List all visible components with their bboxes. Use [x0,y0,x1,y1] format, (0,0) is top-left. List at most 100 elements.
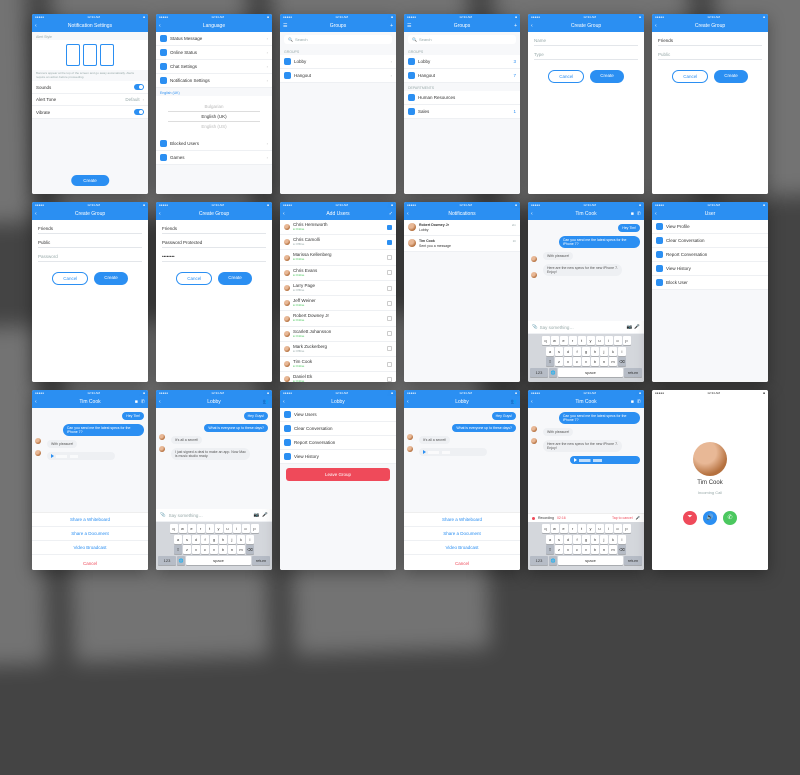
menu-icon[interactable]: ☰ [283,23,287,29]
back-icon[interactable]: ‹ [407,211,409,217]
leave-group-button[interactable]: Leave Group [286,468,390,481]
key[interactable]: x [564,545,572,554]
group-lobby[interactable]: Lobby3 [404,55,520,69]
globe-key[interactable]: 🌐 [177,556,185,565]
key[interactable]: b [591,545,599,554]
key[interactable]: g [582,347,590,356]
back-icon[interactable]: ‹ [35,399,37,405]
sheet-document[interactable]: Share a Document [32,527,148,541]
group-hr[interactable]: Human Resources [404,91,520,105]
key[interactable]: y [215,524,223,533]
key[interactable]: s [183,535,191,544]
message-input[interactable]: 📎Say something…📷🎤 [156,509,272,522]
type-field[interactable]: Password Protected [162,238,266,248]
key[interactable]: k [609,535,617,544]
key[interactable]: g [582,535,590,544]
call-icon[interactable]: ✆ [637,399,641,405]
create-button[interactable]: Create [218,272,252,285]
create-button[interactable]: Create [590,70,624,83]
key[interactable]: h [591,347,599,356]
name-field[interactable]: Friends [38,224,142,234]
sheet-document[interactable]: Share a Document [404,527,520,541]
key[interactable]: q [170,524,178,533]
sheet-broadcast[interactable]: Video Broadcast [32,541,148,555]
key[interactable]: p [623,524,631,533]
key[interactable]: d [564,535,572,544]
keyboard[interactable]: qwertyuiopasdfghjkl⇧zxcvbnm⌫123🌐spaceret… [528,334,644,382]
key[interactable]: m [609,357,617,366]
key[interactable]: z [183,545,191,554]
space-key[interactable]: space [186,556,251,565]
key[interactable]: u [596,336,604,345]
checkbox[interactable] [387,362,392,367]
key[interactable]: v [582,545,590,554]
row-blocked-users[interactable]: Blocked Users› [156,137,272,151]
alert-style-none[interactable] [66,44,80,66]
key[interactable]: y [587,524,595,533]
type-field[interactable]: Public [658,50,762,60]
menu-view-profile[interactable]: View Profile [652,220,768,234]
key[interactable]: z [555,545,563,554]
key[interactable]: e [560,336,568,345]
key[interactable]: r [197,524,205,533]
key[interactable]: c [573,545,581,554]
key[interactable]: t [206,524,214,533]
keyboard[interactable]: qwertyuiopasdfghjkl⇧zxcvbnm⌫123🌐spaceret… [528,522,644,570]
key[interactable]: a [174,535,182,544]
group-hangout[interactable]: Hangout› [280,69,396,83]
key[interactable]: i [605,524,613,533]
checkbox[interactable] [387,286,392,291]
row-online-status[interactable]: Online Status› [156,46,272,60]
row-chat-settings[interactable]: Chat Settings› [156,60,272,74]
key[interactable]: o [242,524,250,533]
key[interactable]: t [578,524,586,533]
sheet-whiteboard[interactable]: Share a Whiteboard [32,513,148,527]
checkbox[interactable] [387,270,392,275]
key[interactable]: a [546,347,554,356]
checkbox[interactable] [387,301,392,306]
notification-item[interactable]: Tim CookSent you a message 1h [404,236,520,252]
key[interactable]: h [219,535,227,544]
cancel-button[interactable]: Cancel [672,70,708,83]
key[interactable]: r [569,524,577,533]
key[interactable]: a [546,535,554,544]
toggle[interactable] [134,84,144,90]
row-vibrate[interactable]: Vibrate [32,106,148,119]
video-icon[interactable]: ■ [631,399,634,405]
sheet-cancel[interactable]: Cancel [404,557,520,570]
search-input[interactable]: 🔍Search [284,35,392,44]
key[interactable]: i [605,336,613,345]
key[interactable]: v [210,545,218,554]
name-field[interactable]: Friends [658,36,762,46]
key[interactable]: l [618,535,626,544]
key[interactable]: p [623,336,631,345]
row-sounds[interactable]: Sounds [32,81,148,94]
back-icon[interactable]: ‹ [35,211,37,217]
voice-message[interactable] [419,448,487,456]
key[interactable]: d [564,347,572,356]
return-key[interactable]: return [624,368,642,377]
checkbox[interactable] [387,225,392,230]
globe-key[interactable]: 🌐 [549,368,557,377]
add-icon[interactable]: + [514,23,517,29]
back-icon[interactable]: ‹ [35,23,37,29]
back-icon[interactable]: ‹ [407,399,409,405]
mic-icon[interactable]: 🎤 [634,324,640,330]
key[interactable]: w [179,524,187,533]
create-button[interactable]: Create [94,272,128,285]
key[interactable]: y [587,336,595,345]
call-icon[interactable]: ✆ [141,399,145,405]
menu-view-history[interactable]: View History [652,262,768,276]
group-hangout[interactable]: Hangout7 [404,69,520,83]
alert-style-alerts[interactable] [100,44,114,66]
create-button[interactable]: Create [714,70,748,83]
key[interactable]: p [251,524,259,533]
back-icon[interactable]: ‹ [531,399,533,405]
key[interactable]: c [573,357,581,366]
key[interactable]: b [219,545,227,554]
cancel-button[interactable]: Cancel [548,70,584,83]
key[interactable]: j [600,535,608,544]
cancel-button[interactable]: Cancel [52,272,88,285]
checkbox[interactable] [387,255,392,260]
user-row[interactable]: Chris Camolli● Offline [280,235,396,250]
